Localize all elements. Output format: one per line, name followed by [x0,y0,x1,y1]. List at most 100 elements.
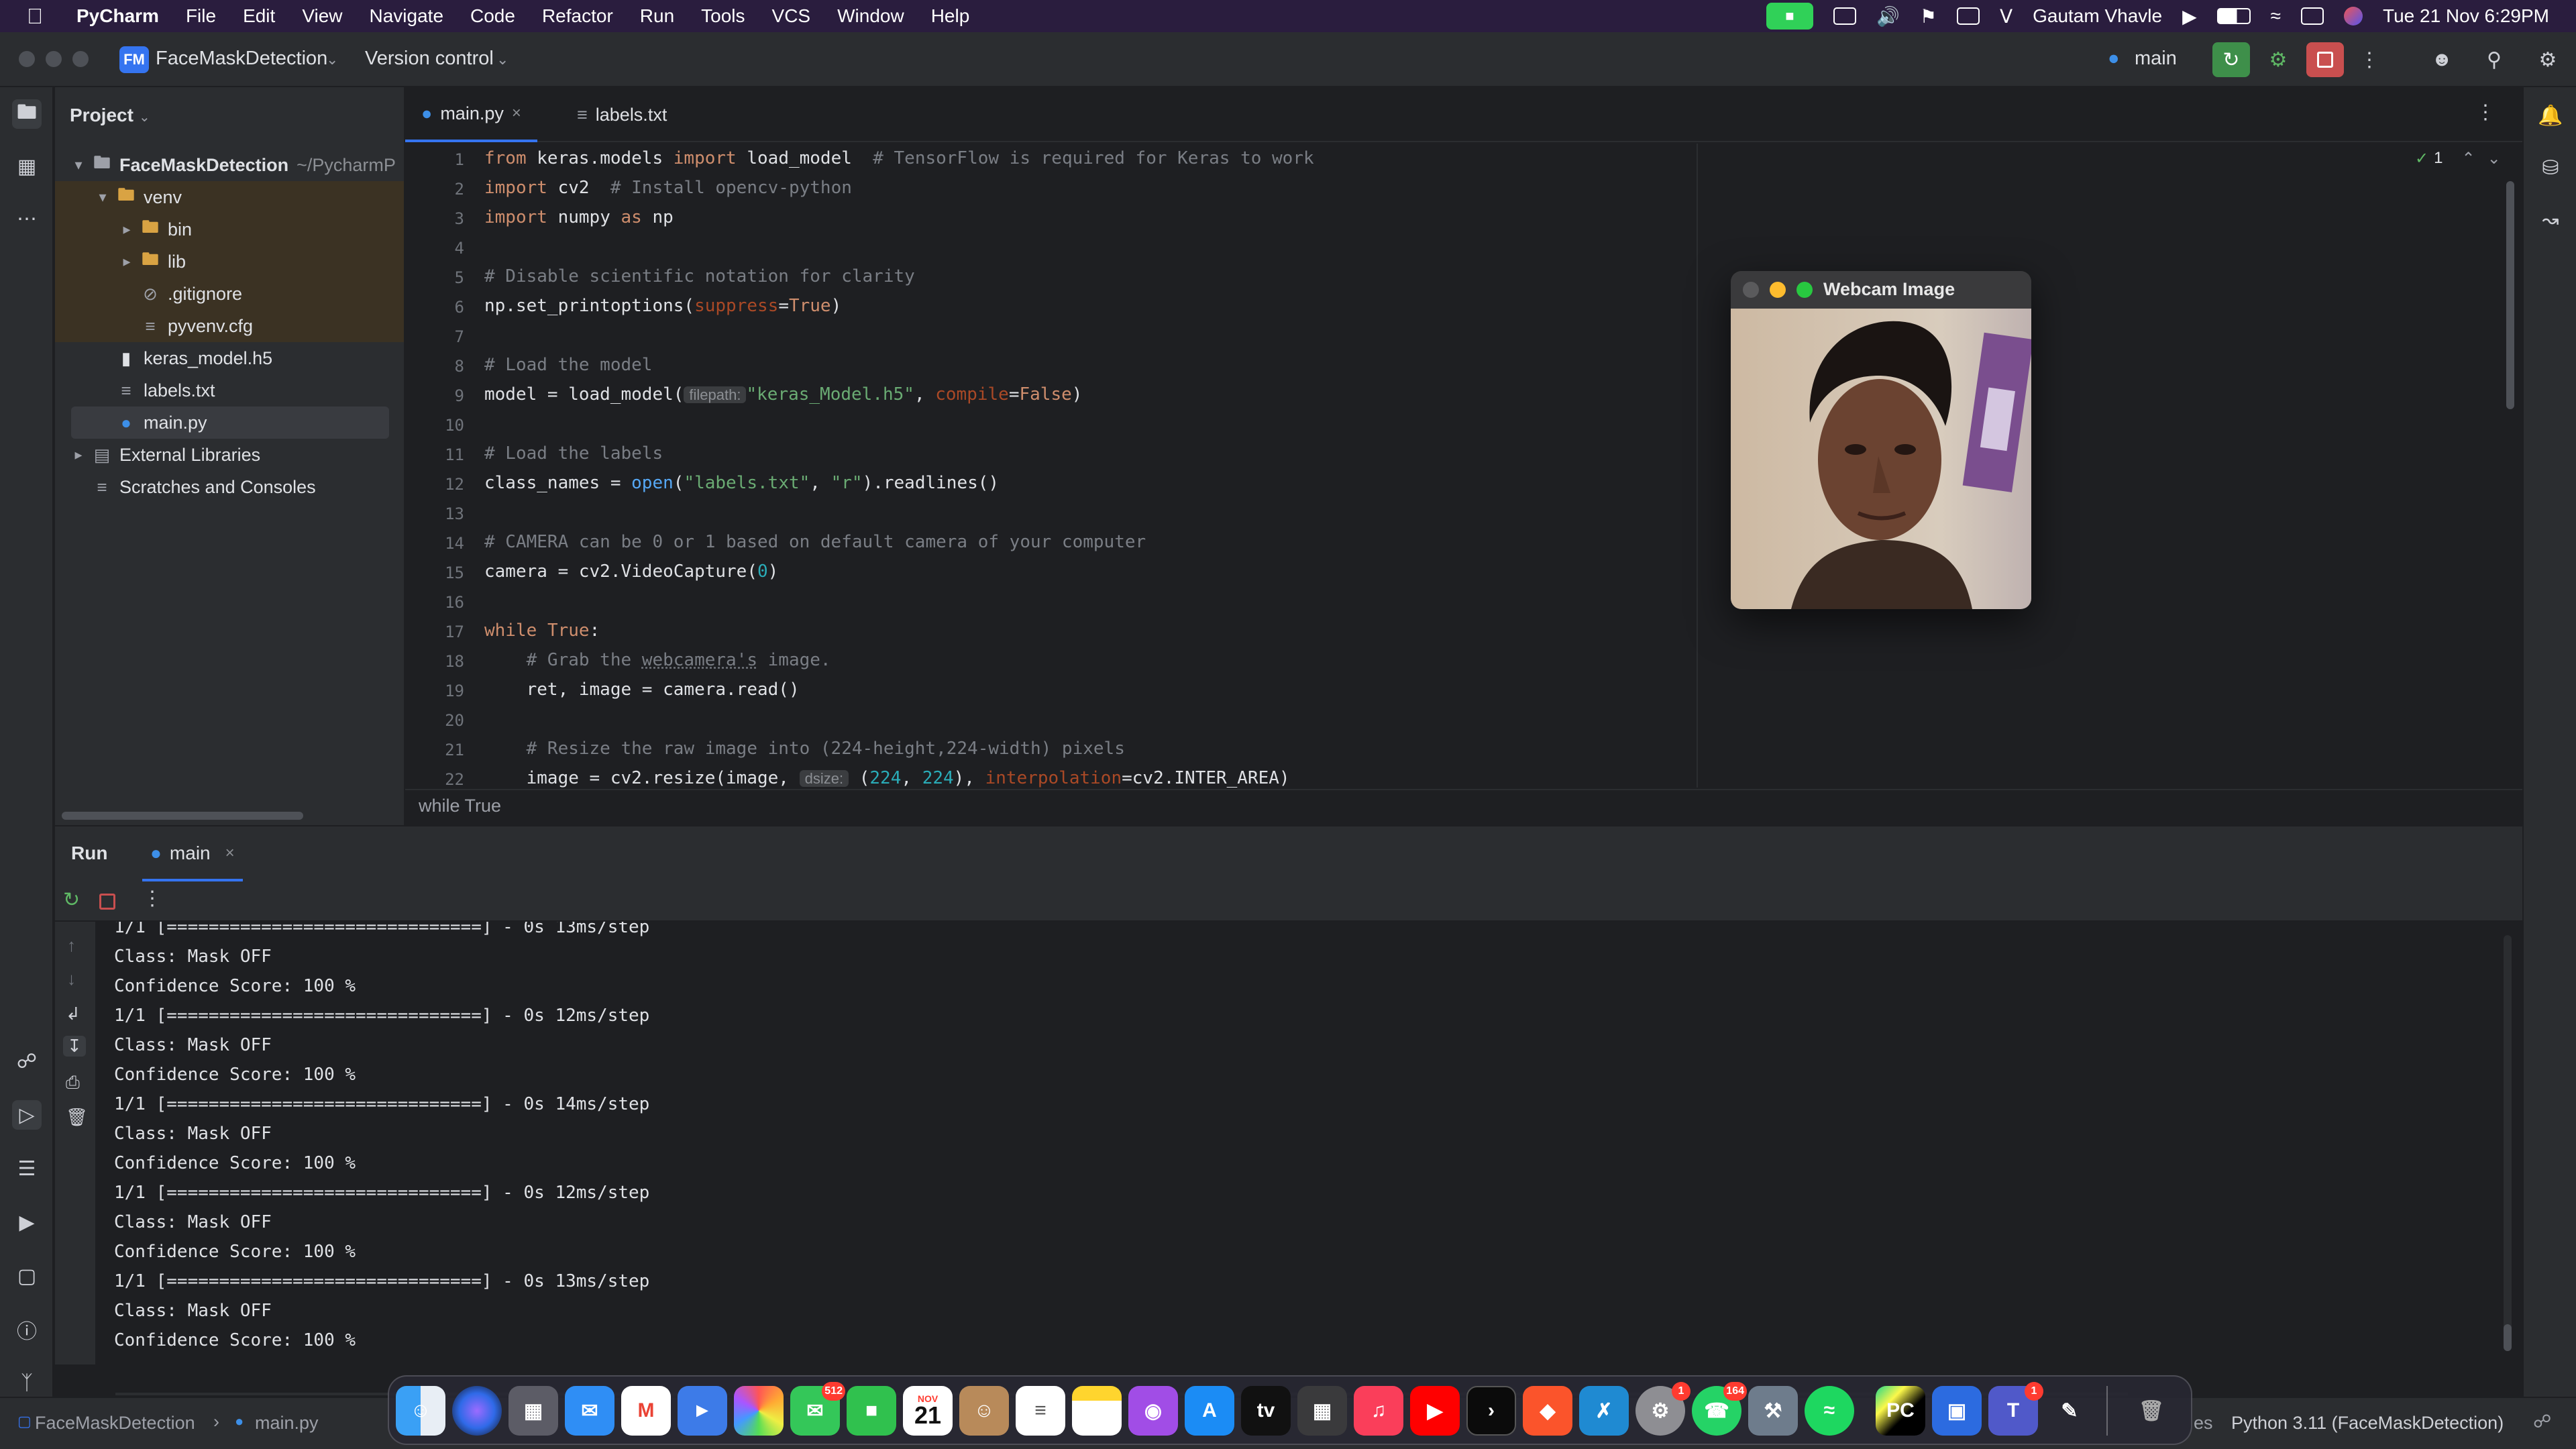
project-badge[interactable]: FM [119,46,149,73]
dock-settings-icon[interactable]: ⚙ 1 [1635,1382,1690,1436]
dock-music-icon[interactable]: ♫ [1354,1386,1403,1436]
facetime-status-icon[interactable]: ■ [1766,3,1813,30]
bluetooth-icon[interactable]: ᐯ [2000,5,2012,28]
dock-pycharm-icon[interactable]: PC [1876,1386,1925,1436]
dock-gmail-icon[interactable]: M [621,1386,671,1436]
webcam-window[interactable]: Webcam Image [1731,271,2031,609]
structure-icon[interactable]: ▦ [12,152,42,181]
interpreter-selector[interactable]: Python 3.11 (FaceMaskDetection) [2231,1413,2504,1434]
project-panel-title[interactable]: Project [70,105,133,126]
dock-maps-icon[interactable]: ► [678,1386,727,1436]
menu-navigate[interactable]: Navigate [370,5,444,27]
print-icon[interactable]: ⎙ [66,1072,80,1093]
dock-siri-icon[interactable] [452,1386,502,1436]
more-actions-icon[interactable]: ⋮ [2351,42,2388,77]
menu-refactor[interactable]: Refactor [542,5,613,27]
dock-facetime-icon[interactable]: ■ [847,1386,896,1436]
editor-vertical-scrollbar[interactable] [2506,181,2514,409]
window-minimize-button[interactable] [1770,282,1786,298]
search-icon[interactable]: ⚲ [2475,42,2513,77]
menu-run[interactable]: Run [640,5,674,27]
tree-item-root[interactable]: ▾ 🖿 FaceMaskDetection ~/PycharmP [55,149,404,181]
tree-item-labels[interactable]: ≡ labels.txt [55,374,404,407]
scroll-to-end-icon[interactable]: ↧ [63,1036,86,1057]
terminal-icon[interactable]: ▢ [12,1261,42,1291]
screens-icon[interactable] [1833,7,1856,25]
soft-wrap-icon[interactable]: ↲ [66,1004,80,1024]
rerun-icon[interactable]: ↻ [63,888,80,912]
python-packages-icon[interactable]: ☰ [12,1154,42,1183]
menu-window[interactable]: Window [837,5,904,27]
dock-trash-icon[interactable]: 🗑 [2127,1386,2176,1436]
webcam-titlebar[interactable]: Webcam Image [1731,271,2031,309]
dock-vscode-icon[interactable]: ✗ [1579,1386,1629,1436]
play-icon[interactable]: ▶ [2182,5,2197,28]
more-tools-icon[interactable]: ⋯ [12,204,42,233]
menu-tools[interactable]: Tools [701,5,745,27]
tree-item-scratches[interactable]: ≡ Scratches and Consoles [55,471,404,503]
tab-labels-txt[interactable]: ≡ labels.txt [561,87,683,142]
menu-datetime[interactable]: Tue 21 Nov 6:29PM [2383,5,2549,27]
tree-item-bin[interactable]: ▸ 🖿 bin [55,213,404,246]
notifications-bell-icon[interactable]: 🔔 [2536,101,2565,130]
dock-finder-icon[interactable]: ☺ [396,1386,445,1436]
run-console-output[interactable]: 1/1 [==============================] - 0… [114,922,2489,1364]
menu-app-name[interactable]: PyCharm [76,5,159,27]
window-close-button[interactable] [19,51,35,67]
tree-item-keras-model[interactable]: ▮ keras_model.h5 [55,342,404,374]
tree-item-pyvenv[interactable]: ≡ pyvenv.cfg [55,310,404,342]
dock-appletv-icon[interactable]: tv [1241,1386,1291,1436]
chevron-up-icon[interactable]: ⌃ [2461,149,2475,168]
chevron-down-icon[interactable]: ⌄ [2487,149,2501,168]
menu-edit[interactable]: Edit [243,5,275,27]
trash-icon[interactable]: 🗑 [66,1107,88,1128]
dock-podcasts-icon[interactable]: ◉ [1128,1386,1178,1436]
dock-contacts-icon[interactable]: ☺ [959,1386,1009,1436]
wifi-icon[interactable]: ≈ [2271,5,2281,27]
tab-options-icon[interactable]: ⋮ [2475,101,2496,124]
tree-item-main-py[interactable]: ● main.py [71,407,389,439]
tree-item-lib[interactable]: ▸ 🖿 lib [55,246,404,278]
dock-reminders-icon[interactable]: ≡ [1016,1386,1065,1436]
dock-calendar-icon[interactable]: NOV 21 [903,1386,953,1436]
dock-launchpad-icon[interactable]: ▦ [508,1386,558,1436]
window-zoom-button[interactable] [72,51,89,67]
dock-youtube-icon[interactable]: ▶ [1410,1386,1460,1436]
run-tool-icon[interactable]: ▷ [12,1100,42,1130]
status-crumb-project[interactable]: FaceMaskDetection [35,1413,195,1434]
dock-screen-icon[interactable]: ▣ [1932,1386,1982,1436]
tab-main-py[interactable]: ● main.py × [405,87,537,142]
close-icon[interactable]: × [225,844,235,863]
arrow-down-icon[interactable]: ↓ [67,969,76,989]
menu-file[interactable]: File [186,5,216,27]
lock-icon[interactable]: ☍ [2533,1411,2551,1432]
run-tab-main[interactable]: ● main × [142,828,243,881]
dock-teams-icon[interactable]: T1 [1988,1382,2043,1436]
dock-calculator-icon[interactable]: ▦ [1297,1386,1347,1436]
dock-mail-icon[interactable]: ✉ [565,1386,614,1436]
dock-terminal-icon[interactable]: › [1466,1386,1516,1436]
inspection-widget[interactable]: ✓ 1 ⌃ ⌄ [2415,149,2501,168]
database-icon[interactable]: ⛁ [2536,153,2565,182]
tree-item-gitignore[interactable]: ⊘ .gitignore [55,278,404,310]
project-folder-icon[interactable]: 🖿 [12,99,42,129]
code-breadcrumb[interactable]: while True [419,796,501,816]
dock-brave-icon[interactable]: ◆ [1523,1386,1572,1436]
problems-icon[interactable]: ⓘ [12,1315,42,1344]
tree-item-venv[interactable]: ▾ 🖿 venv [55,181,404,213]
siri-icon[interactable] [2344,7,2363,25]
menu-view[interactable]: View [302,5,342,27]
stop-button[interactable] [2306,42,2344,77]
display-icon[interactable] [1956,7,1980,25]
arrow-up-icon[interactable]: ↑ [67,935,76,956]
stop-icon[interactable] [99,894,115,910]
menu-user-name[interactable]: Gautam Vhavle [2033,5,2162,27]
dock-messages-icon[interactable]: ✉ 512 [790,1382,845,1436]
project-name-dropdown[interactable]: FaceMaskDetection [156,48,327,70]
dock-spotify-icon[interactable]: ≈ [1805,1386,1854,1436]
volume-icon[interactable]: 🔊 [1876,5,1900,28]
menu-help[interactable]: Help [931,5,970,27]
dock-photos-icon[interactable] [734,1386,784,1436]
status-crumb-file[interactable]: main.py [255,1413,319,1434]
add-user-icon[interactable]: ☻ [2423,42,2461,77]
